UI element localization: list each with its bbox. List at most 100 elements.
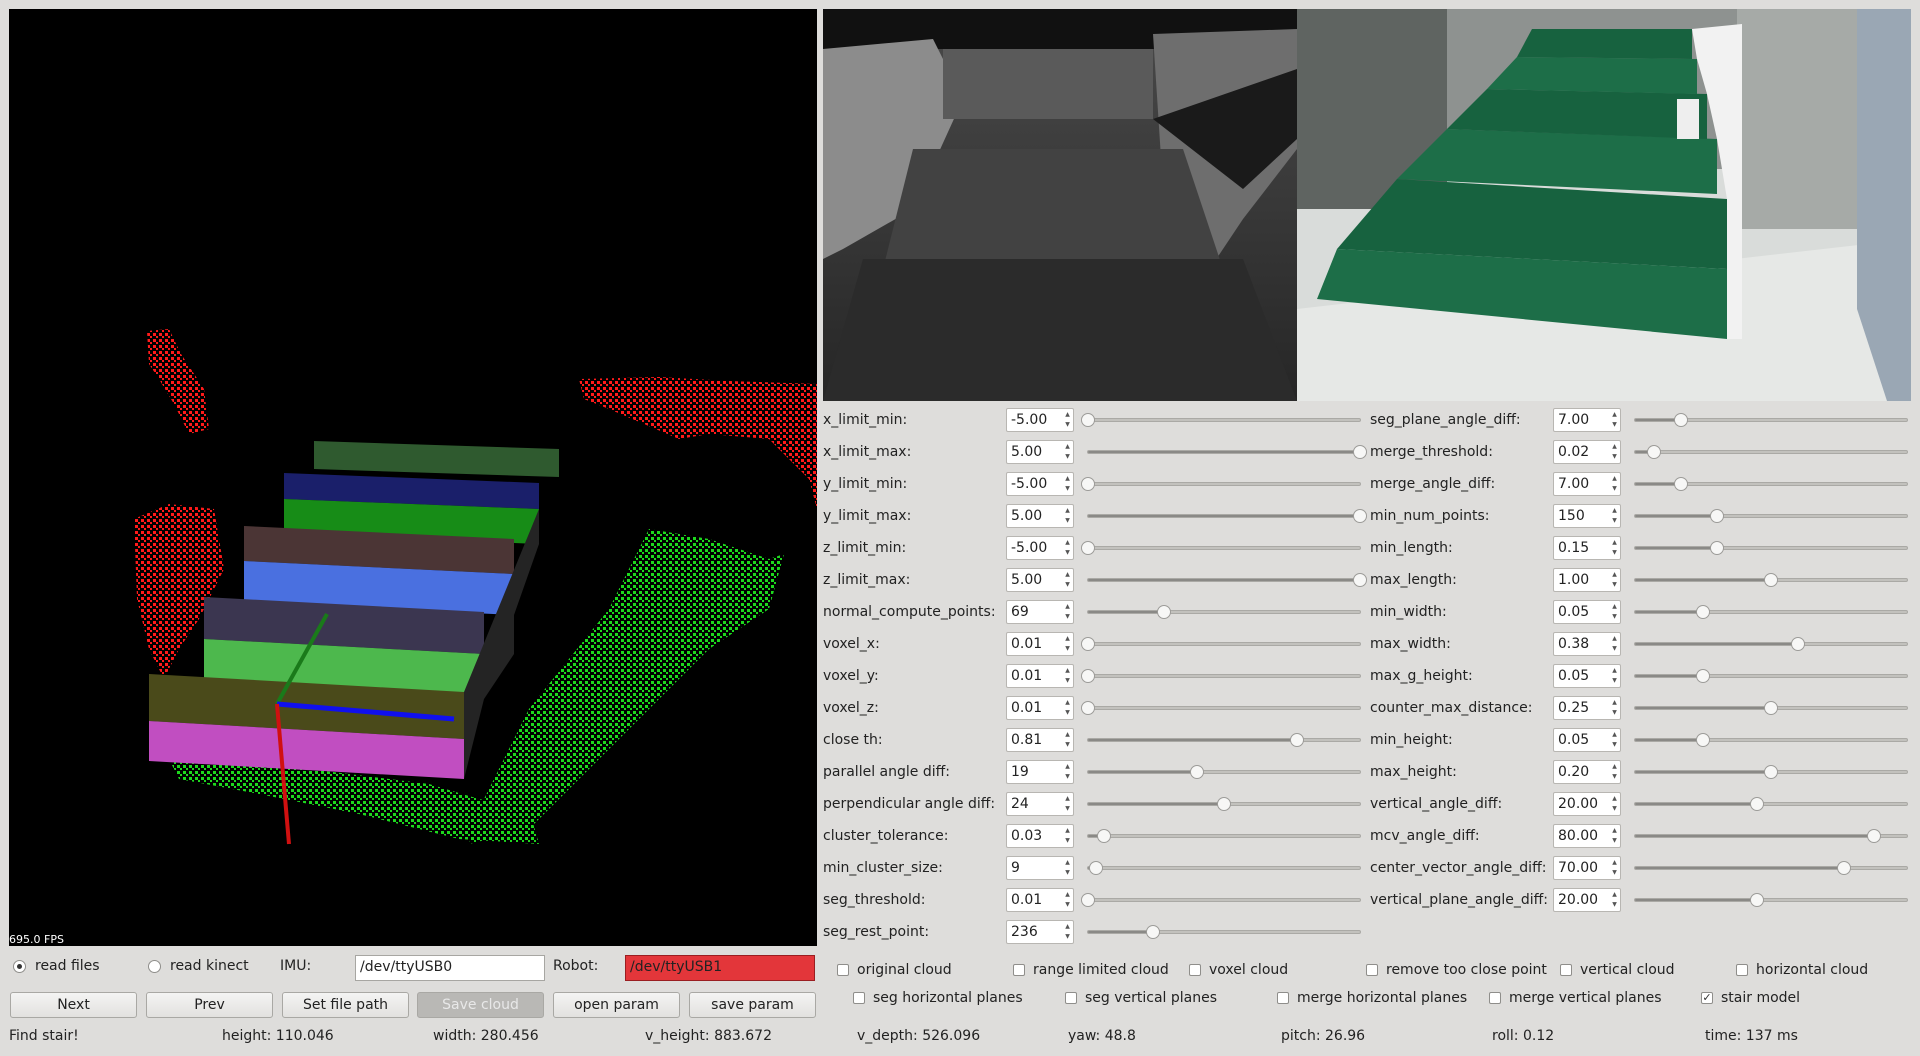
- param-spinbox[interactable]: 1.00 ▲ ▼: [1553, 568, 1621, 592]
- spin-arrows-icon[interactable]: ▲ ▼: [1610, 474, 1619, 494]
- slider-handle[interactable]: [1750, 797, 1765, 811]
- robot-port-input[interactable]: /dev/ttyUSB1: [625, 955, 815, 981]
- param-slider[interactable]: [1081, 701, 1361, 715]
- param-slider[interactable]: [1634, 669, 1908, 683]
- param-spinbox[interactable]: -5.00 ▲ ▼: [1006, 472, 1074, 496]
- spin-arrows-icon[interactable]: ▲ ▼: [1063, 730, 1072, 750]
- checkbox-box[interactable]: [1366, 964, 1378, 976]
- param-spinbox[interactable]: 7.00 ▲ ▼: [1553, 472, 1621, 496]
- slider-handle[interactable]: [1089, 861, 1104, 875]
- spin-arrows-icon[interactable]: ▲ ▼: [1610, 698, 1619, 718]
- slider-handle[interactable]: [1081, 637, 1095, 651]
- param-slider[interactable]: [1634, 765, 1908, 779]
- checkbox-box[interactable]: [837, 964, 849, 976]
- param-spinbox[interactable]: 0.01 ▲ ▼: [1006, 632, 1074, 656]
- spin-arrows-icon[interactable]: ▲ ▼: [1063, 698, 1072, 718]
- point-cloud-viewer[interactable]: 695.0 FPS: [9, 9, 817, 946]
- spin-arrows-icon[interactable]: ▲ ▼: [1063, 858, 1072, 878]
- spin-arrows-icon[interactable]: ▲ ▼: [1063, 602, 1072, 622]
- param-slider[interactable]: [1087, 733, 1361, 747]
- spin-arrows-icon[interactable]: ▲ ▼: [1063, 538, 1072, 558]
- spin-arrows-icon[interactable]: ▲ ▼: [1610, 570, 1619, 590]
- checkbox-box[interactable]: [1189, 964, 1201, 976]
- param-slider[interactable]: [1081, 413, 1361, 427]
- param-slider[interactable]: [1087, 573, 1367, 587]
- slider-handle[interactable]: [1353, 445, 1367, 459]
- check-icon[interactable]: ✓: [1701, 992, 1713, 1004]
- slider-handle[interactable]: [1764, 701, 1778, 715]
- param-spinbox[interactable]: 5.00 ▲ ▼: [1006, 568, 1074, 592]
- checkbox-box[interactable]: [1065, 992, 1077, 1004]
- slider-handle[interactable]: [1081, 477, 1095, 491]
- param-spinbox[interactable]: 0.01 ▲ ▼: [1006, 664, 1074, 688]
- slider-handle[interactable]: [1217, 797, 1231, 811]
- param-slider[interactable]: [1634, 445, 1908, 459]
- param-slider[interactable]: [1634, 605, 1908, 619]
- param-spinbox[interactable]: 0.05 ▲ ▼: [1553, 728, 1621, 752]
- save-cloud-button[interactable]: Save cloud: [417, 992, 544, 1018]
- spin-arrows-icon[interactable]: ▲ ▼: [1610, 794, 1619, 814]
- slider-handle[interactable]: [1097, 829, 1112, 843]
- checkbox-box[interactable]: [1489, 992, 1501, 1004]
- slider-handle[interactable]: [1353, 573, 1367, 587]
- param-spinbox[interactable]: 0.81 ▲ ▼: [1006, 728, 1074, 752]
- param-slider[interactable]: [1081, 669, 1361, 683]
- param-spinbox[interactable]: 0.03 ▲ ▼: [1006, 824, 1074, 848]
- param-spinbox[interactable]: 20.00 ▲ ▼: [1553, 792, 1621, 816]
- spin-arrows-icon[interactable]: ▲ ▼: [1063, 634, 1072, 654]
- slider-handle[interactable]: [1081, 701, 1095, 715]
- spin-arrows-icon[interactable]: ▲ ▼: [1610, 410, 1619, 430]
- save-param-button[interactable]: save param: [689, 992, 816, 1018]
- param-slider[interactable]: [1634, 509, 1908, 523]
- param-spinbox[interactable]: 69 ▲ ▼: [1006, 600, 1074, 624]
- param-spinbox[interactable]: 0.01 ▲ ▼: [1006, 888, 1074, 912]
- param-slider[interactable]: [1634, 637, 1908, 651]
- slider-handle[interactable]: [1791, 637, 1806, 651]
- param-spinbox[interactable]: 7.00 ▲ ▼: [1553, 408, 1621, 432]
- param-slider[interactable]: [1634, 573, 1908, 587]
- set-file-path-button[interactable]: Set file path: [282, 992, 409, 1018]
- slider-handle[interactable]: [1696, 605, 1710, 619]
- slider-handle[interactable]: [1750, 893, 1765, 907]
- prev-button[interactable]: Prev: [146, 992, 273, 1018]
- param-spinbox[interactable]: 70.00 ▲ ▼: [1553, 856, 1621, 880]
- imu-port-input[interactable]: /dev/ttyUSB0: [355, 955, 545, 981]
- param-spinbox[interactable]: 0.05 ▲ ▼: [1553, 600, 1621, 624]
- param-slider[interactable]: [1087, 765, 1361, 779]
- checkbox-box[interactable]: [1277, 992, 1289, 1004]
- param-spinbox[interactable]: 0.02 ▲ ▼: [1553, 440, 1621, 464]
- spin-arrows-icon[interactable]: ▲ ▼: [1610, 602, 1619, 622]
- param-spinbox[interactable]: 236 ▲ ▼: [1006, 920, 1074, 944]
- param-slider[interactable]: [1634, 541, 1908, 555]
- spin-arrows-icon[interactable]: ▲ ▼: [1063, 442, 1072, 462]
- checkbox-box[interactable]: [853, 992, 865, 1004]
- spin-arrows-icon[interactable]: ▲ ▼: [1063, 794, 1072, 814]
- slider-handle[interactable]: [1709, 509, 1724, 523]
- next-button[interactable]: Next: [10, 992, 137, 1018]
- param-slider[interactable]: [1634, 797, 1908, 811]
- param-spinbox[interactable]: -5.00 ▲ ▼: [1006, 408, 1074, 432]
- spin-arrows-icon[interactable]: ▲ ▼: [1063, 666, 1072, 686]
- param-slider[interactable]: [1634, 861, 1908, 875]
- param-slider[interactable]: [1634, 829, 1908, 843]
- param-spinbox[interactable]: 20.00 ▲ ▼: [1553, 888, 1621, 912]
- slider-handle[interactable]: [1081, 893, 1095, 907]
- spin-arrows-icon[interactable]: ▲ ▼: [1063, 570, 1072, 590]
- param-spinbox[interactable]: -5.00 ▲ ▼: [1006, 536, 1074, 560]
- param-slider[interactable]: [1087, 829, 1361, 843]
- slider-handle[interactable]: [1157, 605, 1172, 619]
- slider-handle[interactable]: [1290, 733, 1305, 747]
- slider-handle[interactable]: [1764, 573, 1778, 587]
- radio-dot[interactable]: [148, 960, 161, 973]
- slider-handle[interactable]: [1764, 765, 1778, 779]
- param-slider[interactable]: [1087, 509, 1367, 523]
- spin-arrows-icon[interactable]: ▲ ▼: [1610, 890, 1619, 910]
- spin-arrows-icon[interactable]: ▲ ▼: [1063, 474, 1072, 494]
- param-slider[interactable]: [1634, 413, 1908, 427]
- slider-handle[interactable]: [1696, 669, 1710, 683]
- param-slider[interactable]: [1087, 797, 1361, 811]
- param-spinbox[interactable]: 80.00 ▲ ▼: [1553, 824, 1621, 848]
- slider-handle[interactable]: [1867, 829, 1882, 843]
- spin-arrows-icon[interactable]: ▲ ▼: [1610, 730, 1619, 750]
- param-spinbox[interactable]: 0.05 ▲ ▼: [1553, 664, 1621, 688]
